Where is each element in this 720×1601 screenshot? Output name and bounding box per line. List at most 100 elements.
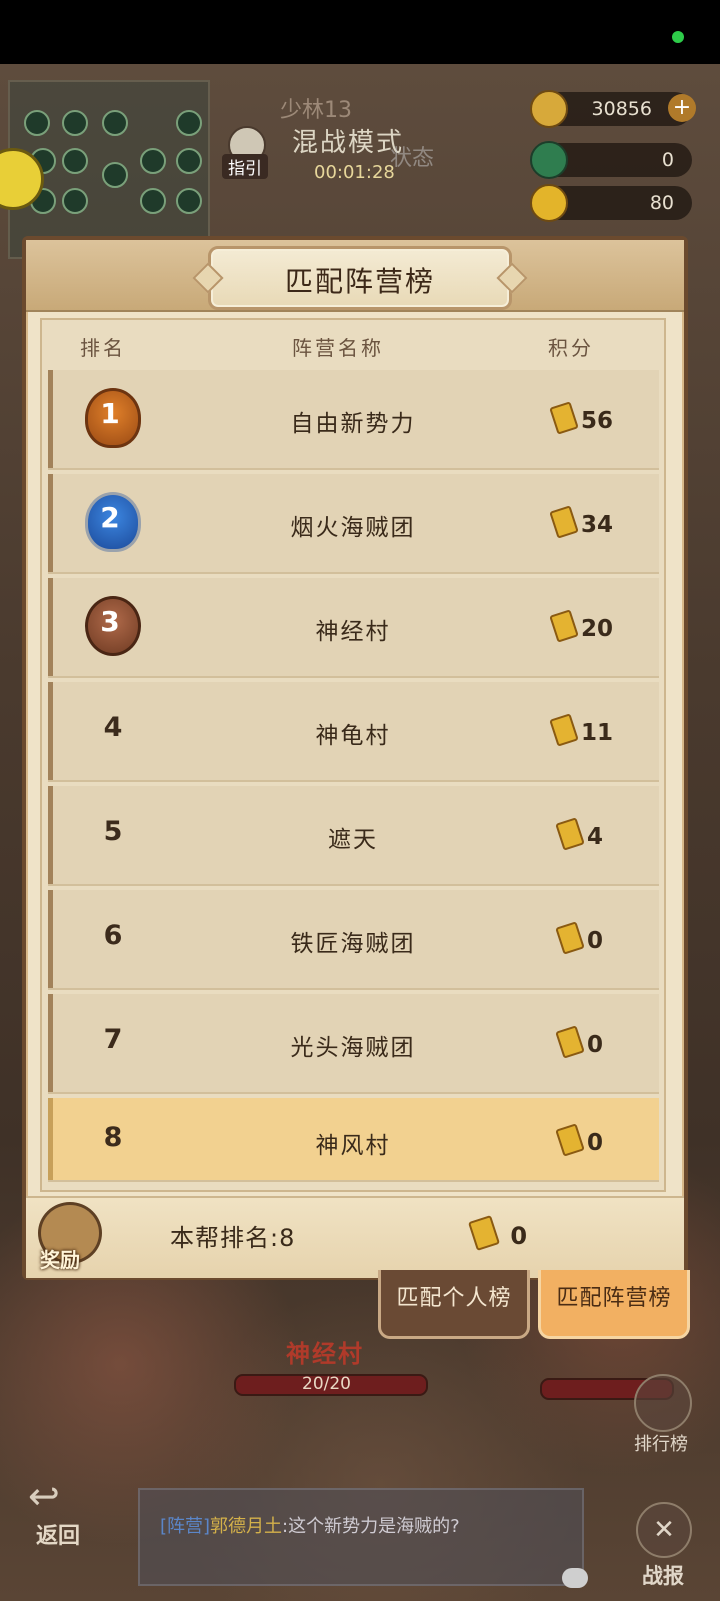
- score-token-icon: [549, 505, 579, 539]
- chat-box[interactable]: [阵营]郭德月土:这个新势力是海贼的?: [138, 1488, 584, 1586]
- battle-mode: 混战模式: [292, 128, 405, 158]
- guide-label: 指引: [222, 154, 268, 179]
- map-node: [176, 148, 202, 174]
- rank-number: 7: [103, 1024, 123, 1055]
- column-header-score: 积分: [548, 336, 594, 360]
- back-button-label: 返回: [35, 1524, 80, 1549]
- guide-button[interactable]: 指引: [222, 126, 268, 179]
- score-token-icon: [555, 1123, 585, 1157]
- camp-name: 铁匠海贼团: [290, 931, 416, 957]
- map-node: [140, 148, 166, 174]
- score-value: 34: [581, 512, 614, 538]
- rank-number: 2: [100, 501, 120, 534]
- silver-medal-icon: 2: [79, 488, 141, 554]
- jade-value: 0: [661, 149, 674, 171]
- my-camp-score: 0: [467, 1215, 528, 1251]
- energy-resource: 80: [530, 184, 692, 222]
- camp-score: 0: [555, 921, 659, 955]
- camp-name: 神风村: [315, 1133, 391, 1159]
- column-header-rank: 排名: [80, 336, 126, 360]
- my-camp-rank: 本帮排名:8: [170, 1224, 296, 1252]
- panel-title: 匹配阵营榜: [284, 265, 435, 298]
- score-value: 20: [581, 616, 614, 642]
- reward-button-label[interactable]: 奖励: [40, 1244, 80, 1273]
- tab-personal-ranking[interactable]: 匹配个人榜: [378, 1270, 530, 1339]
- rank-number: 4: [103, 712, 123, 743]
- ranking-icon: [634, 1374, 692, 1432]
- map-node: [102, 162, 128, 188]
- map-node: [176, 188, 202, 214]
- camp-name: 遮天: [328, 827, 378, 853]
- score-token-icon: [549, 401, 579, 435]
- chat-text: :这个新势力是海贼的?: [282, 1516, 460, 1537]
- back-arrow-icon: ↩: [28, 1474, 60, 1518]
- map-node: [176, 110, 202, 136]
- rank-number: 5: [103, 816, 123, 847]
- score-value: 0: [587, 1130, 604, 1156]
- camp-name: 神经村: [315, 619, 391, 645]
- add-gold-button[interactable]: +: [668, 94, 696, 122]
- score-token-icon: [555, 817, 585, 851]
- camp-name: 神龟村: [315, 723, 391, 749]
- score-value: 4: [587, 824, 604, 850]
- title-plate: 匹配阵营榜: [192, 246, 528, 310]
- leaderboard-table[interactable]: 排名 阵营名称 积分 1 自由新势力 56 2 烟火海贼团 34 3 神经村 2…: [40, 318, 666, 1192]
- map-node: [62, 148, 88, 174]
- tab-camp-ranking[interactable]: 匹配阵营榜: [538, 1270, 690, 1339]
- panel-footer: 奖励 本帮排名:8 0: [26, 1196, 684, 1278]
- camp-leaderboard-panel: 匹配阵营榜 排名 阵营名称 积分 1 自由新势力 56 2 烟火海贼团 34 3…: [22, 236, 688, 1280]
- gold-resource: 30856 +: [530, 90, 696, 128]
- map-node: [24, 110, 50, 136]
- chat-sender: 郭德月土: [210, 1516, 283, 1537]
- crossed-swords-icon: ✕: [636, 1502, 692, 1558]
- table-row[interactable]: 1 自由新势力 56: [48, 370, 659, 468]
- score-token-icon: [555, 921, 585, 955]
- score-token-icon: [549, 609, 579, 643]
- chat-bubble-icon[interactable]: [562, 1568, 588, 1588]
- map-node: [62, 188, 88, 214]
- battle-report-button[interactable]: ✕ 战报: [628, 1502, 698, 1588]
- energy-icon: [530, 184, 568, 222]
- back-button[interactable]: ↩ 返回: [22, 1476, 94, 1562]
- table-row[interactable]: 5 遮天 4: [48, 786, 659, 884]
- table-row[interactable]: 7 光头海贼团 0: [48, 994, 659, 1092]
- camp-name-label: 神经村: [286, 1340, 364, 1368]
- energy-value: 80: [649, 192, 674, 214]
- panel-header: 匹配阵营榜: [26, 240, 684, 312]
- score-value: 0: [587, 928, 604, 954]
- rank-number: 1: [100, 397, 120, 430]
- chat-channel-tag: [阵营]: [160, 1516, 211, 1537]
- table-row[interactable]: 3 神经村 20: [48, 578, 659, 676]
- camp-score: 11: [549, 713, 653, 747]
- bronze-medal-icon: 3: [79, 592, 141, 658]
- camp-score: 0: [555, 1123, 659, 1157]
- rank-number: 8: [103, 1122, 123, 1153]
- map-node: [62, 110, 88, 136]
- gold-ingot-icon: [530, 90, 568, 128]
- camp-score: 0: [555, 1025, 659, 1059]
- score-value: 56: [581, 408, 614, 434]
- camp-name: 烟火海贼团: [290, 515, 416, 541]
- camp-score: 34: [549, 505, 653, 539]
- map-node: [102, 110, 128, 136]
- score-value: 0: [510, 1222, 528, 1250]
- table-row[interactable]: 4 神龟村 11: [48, 682, 659, 780]
- ranking-button-label: 排行榜: [634, 1434, 688, 1455]
- table-row[interactable]: 2 烟火海贼团 34: [48, 474, 659, 572]
- ranking-button[interactable]: 排行榜: [626, 1374, 696, 1455]
- state-label: 状态: [390, 146, 435, 171]
- status-bar: [0, 0, 720, 64]
- jade-icon: [530, 141, 568, 179]
- table-row[interactable]: 6 铁匠海贼团 0: [48, 890, 659, 988]
- chat-message: [阵营]郭德月土:这个新势力是海贼的?: [160, 1512, 460, 1538]
- table-row-own-camp[interactable]: 8 神风村 0: [48, 1098, 659, 1180]
- camp-name: 自由新势力: [290, 411, 416, 437]
- camp-name: 光头海贼团: [290, 1035, 416, 1061]
- gold-medal-icon: 1: [79, 384, 141, 450]
- camp-score: 56: [549, 401, 653, 435]
- camera-indicator-dot: [672, 31, 684, 43]
- gold-value: 30856: [591, 98, 652, 120]
- score-token-icon: [467, 1215, 501, 1251]
- camp-hp-text: 20/20: [302, 1374, 351, 1394]
- battle-report-label: 战报: [642, 1564, 684, 1588]
